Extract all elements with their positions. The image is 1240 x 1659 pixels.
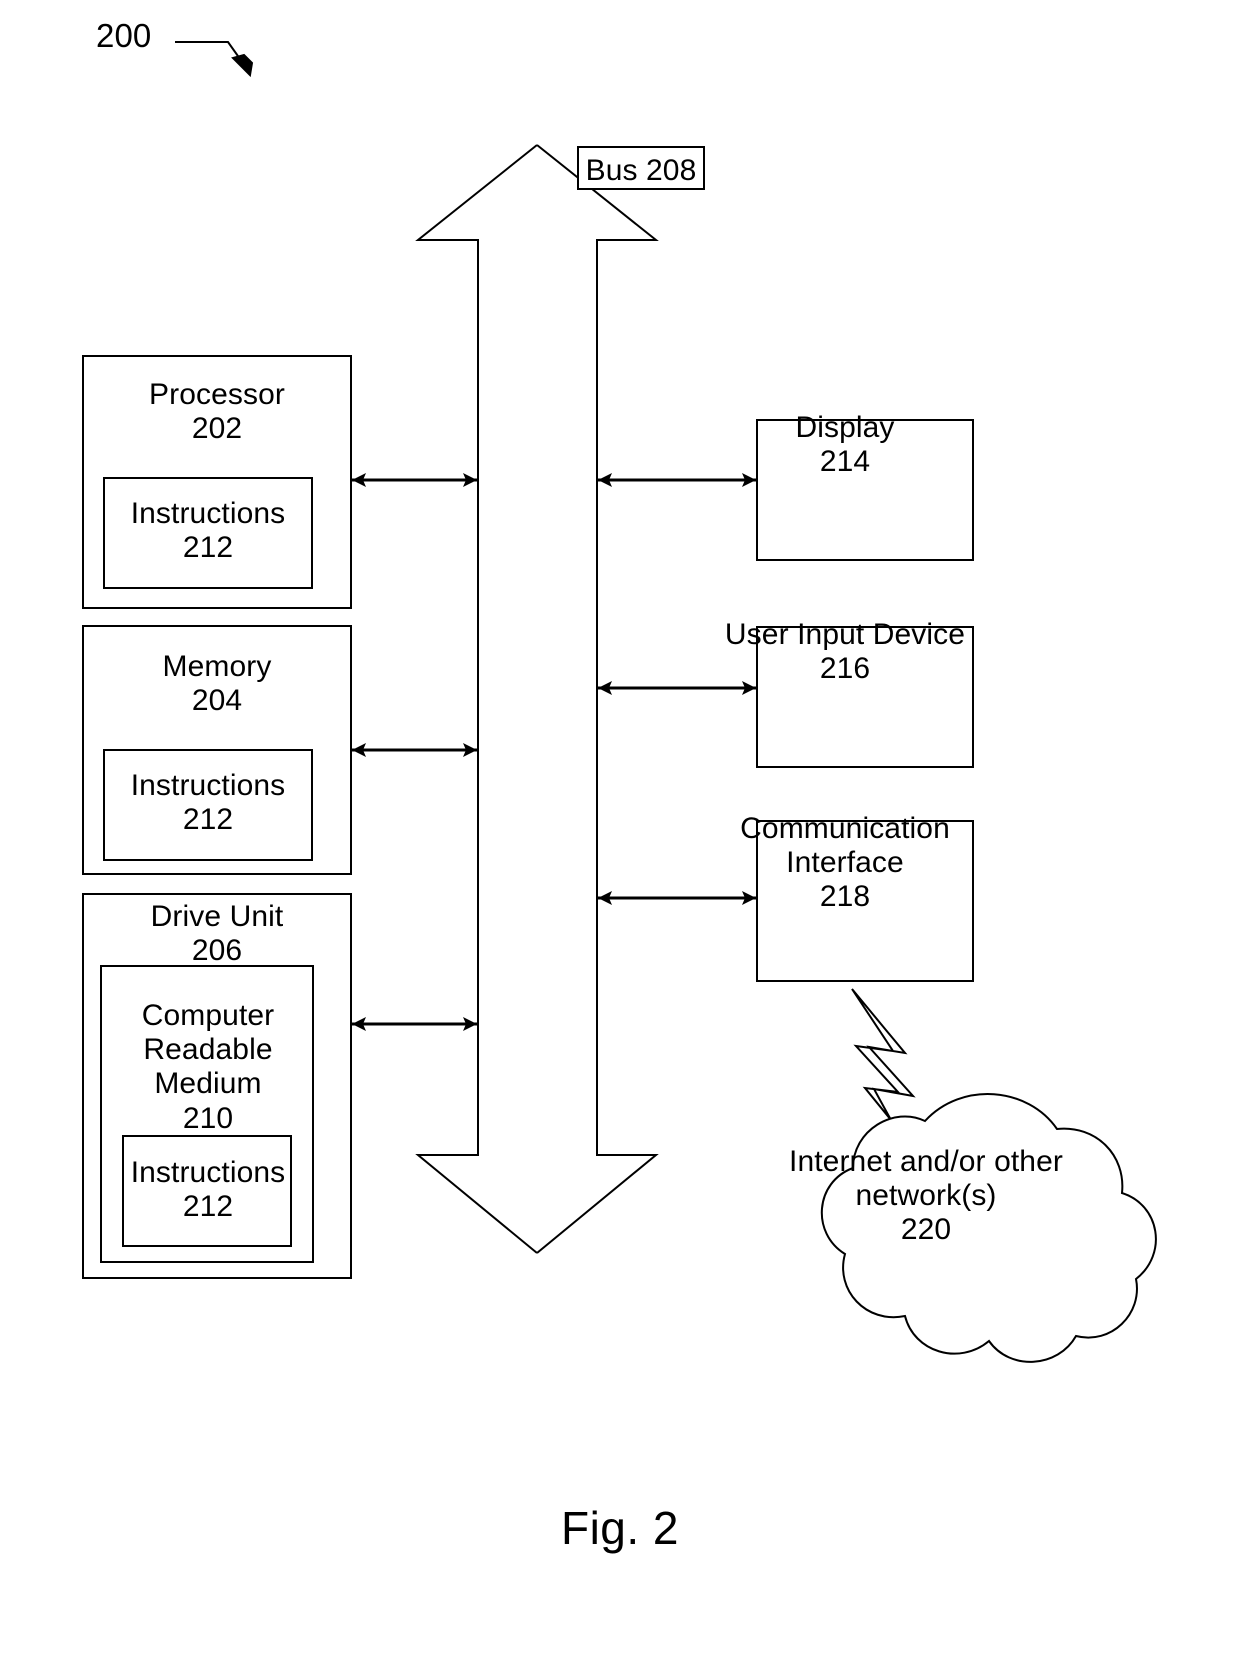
processor-label: Processor 202 — [149, 378, 285, 446]
leader-arrowhead — [231, 53, 254, 78]
drive-instructions-label: Instructions 212 — [130, 1156, 286, 1224]
bus-arrow — [415, 144, 659, 1254]
processor-instructions-label: Instructions 212 — [130, 497, 286, 565]
memory-label: Memory 204 — [162, 650, 272, 718]
drive-unit-label: Drive Unit 206 — [150, 900, 284, 968]
bus-label: Bus 208 — [585, 154, 697, 187]
computer-readable-medium-label: Computer Readable Medium 210 — [141, 999, 275, 1135]
display-label: Display 214 — [795, 411, 895, 479]
user-input-device-label: User Input Device 216 — [724, 618, 966, 686]
patent-figure-2: 200 Bus 208 Processor 202 Instructions 2… — [0, 0, 1240, 1659]
figure-caption: Fig. 2 — [560, 1502, 680, 1554]
system-reference-number: 200 — [96, 17, 152, 54]
memory-instructions-label: Instructions 212 — [130, 769, 286, 837]
lightning-bolt-icon — [851, 988, 916, 1121]
communication-interface-label: Communication Interface 218 — [740, 812, 950, 914]
network-cloud-label: Internet and/or other network(s) 220 — [789, 1145, 1063, 1247]
